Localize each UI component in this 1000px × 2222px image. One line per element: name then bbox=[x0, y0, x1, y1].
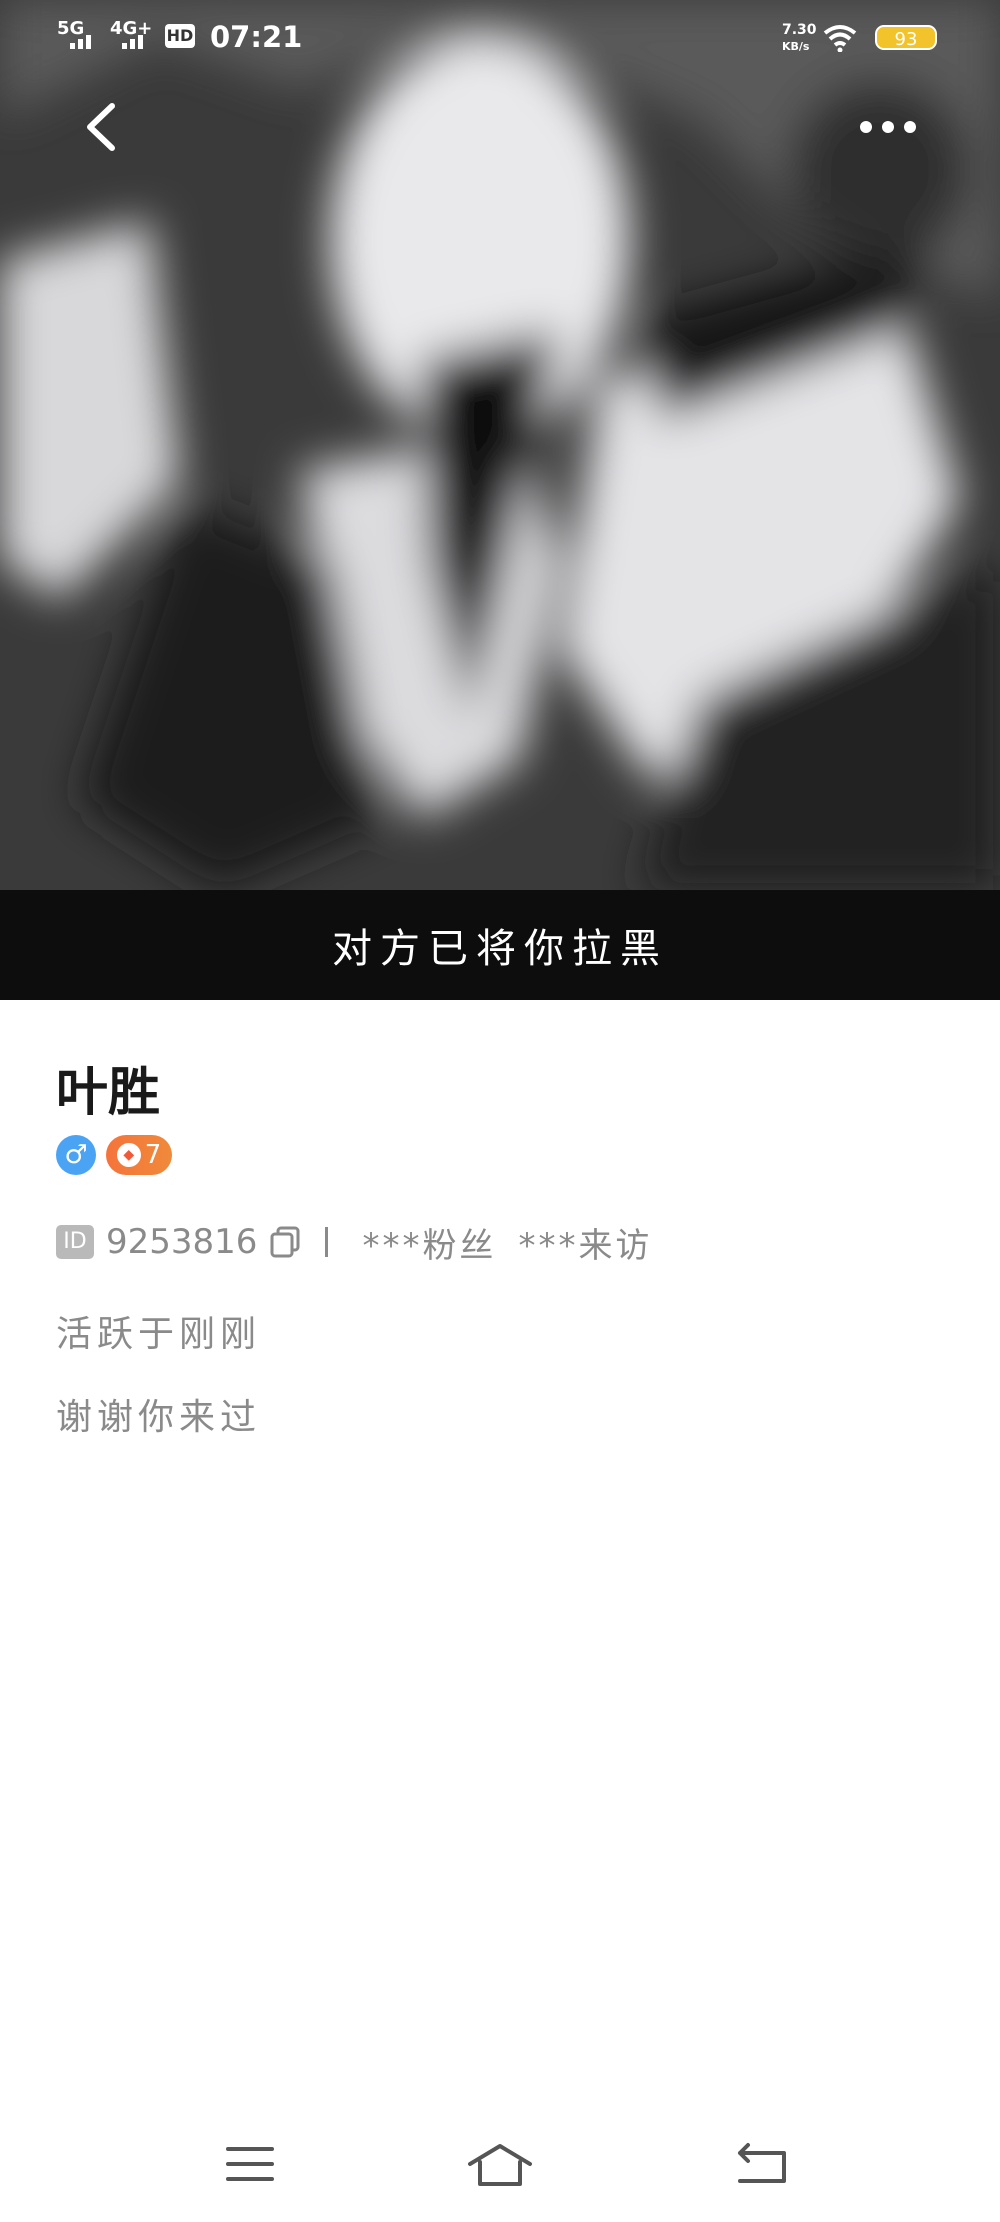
net-speed-unit: KB/s bbox=[782, 40, 810, 53]
more-dots-icon[interactable] bbox=[858, 110, 918, 144]
back-arrow-icon[interactable] bbox=[80, 100, 124, 154]
gender-male-badge: ♂ bbox=[56, 1135, 96, 1175]
clock: 07:21 bbox=[210, 20, 303, 54]
cover-image bbox=[0, 0, 1000, 890]
profile-badges: ♂ ◆ 7 bbox=[56, 1135, 172, 1177]
net-speed-value: 7.30 bbox=[782, 22, 817, 38]
home-icon[interactable] bbox=[460, 2136, 540, 2192]
hd-icon: HD bbox=[165, 24, 195, 48]
level-gem-icon: ◆ bbox=[116, 1143, 141, 1167]
copy-icon[interactable] bbox=[269, 1225, 301, 1259]
battery-indicator: 93 bbox=[875, 25, 937, 50]
return-icon[interactable] bbox=[722, 2136, 802, 2192]
profile-meta-row: ID 9253816 ***粉丝 ***来访 bbox=[56, 1218, 674, 1267]
level-badge: ◆ 7 bbox=[106, 1135, 172, 1175]
system-navigation-bar bbox=[0, 2110, 1000, 2222]
user-id: 9253816 bbox=[106, 1222, 258, 1262]
status-bar: 5G 4G+ HD 07:21 7.30 KB/s 93 bbox=[0, 0, 1000, 75]
signal-icon bbox=[70, 30, 94, 49]
id-tag-icon: ID bbox=[56, 1225, 94, 1259]
profile-cover: 对方已将你拉黑 bbox=[0, 0, 1000, 1000]
fans-count[interactable]: ***粉丝 bbox=[362, 1218, 496, 1267]
level-number: 7 bbox=[144, 1140, 162, 1170]
visits-count[interactable]: ***来访 bbox=[518, 1218, 652, 1267]
signature: 谢谢你来过 bbox=[56, 1397, 262, 1438]
signal-icon-2 bbox=[122, 30, 146, 49]
blocked-notice: 对方已将你拉黑 bbox=[0, 890, 1000, 1000]
active-status: 活跃于刚刚 bbox=[56, 1314, 262, 1355]
menu-icon[interactable] bbox=[210, 2136, 290, 2192]
meta-divider bbox=[325, 1227, 329, 1257]
wifi-icon bbox=[823, 25, 857, 52]
profile-name: 叶胜 bbox=[56, 1063, 161, 1123]
